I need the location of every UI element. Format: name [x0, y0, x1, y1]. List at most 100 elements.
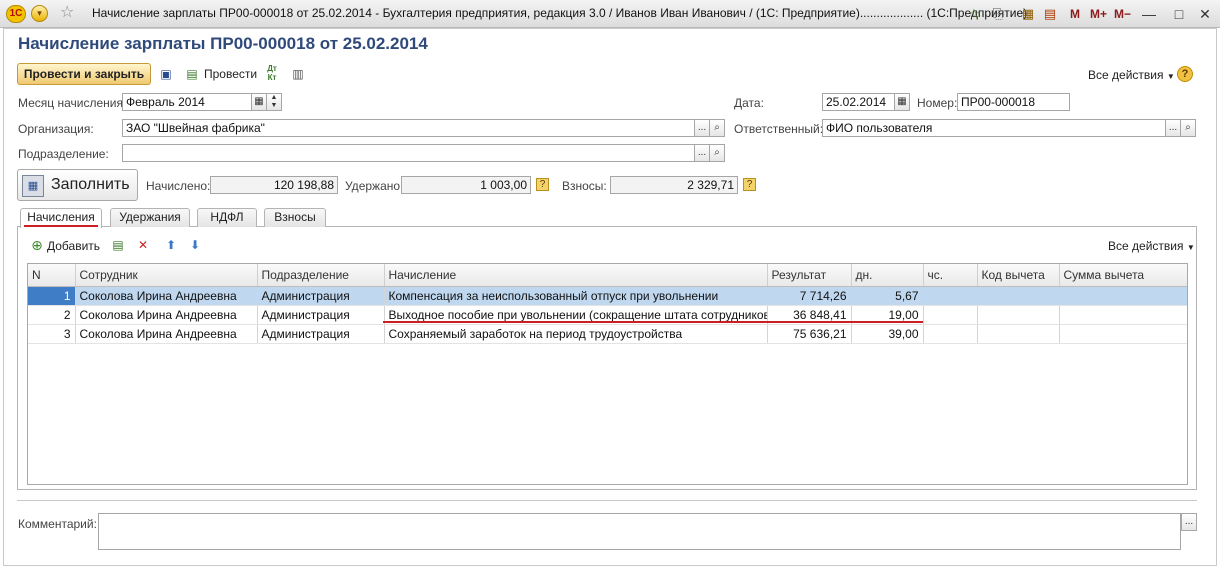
responsible-search-icon[interactable]: ⌕ [1180, 119, 1196, 137]
row-deduction-amount[interactable] [1059, 286, 1187, 306]
org-open-search-icon[interactable]: ⌕ [709, 119, 725, 137]
row-number[interactable]: 3 [28, 324, 76, 344]
app-logo-icon[interactable]: 1С [6, 5, 26, 23]
help-icon[interactable]: ? [1177, 66, 1193, 82]
move-up-icon[interactable]: ⬆ [163, 237, 179, 253]
row-deduction-code[interactable] [977, 286, 1060, 306]
tab-withholdings[interactable]: Удержания [110, 208, 190, 227]
row-deduction-amount[interactable] [1059, 305, 1187, 325]
accrued-total: 120 198,88 [210, 176, 338, 194]
row-result[interactable]: 7 714,26 [767, 286, 852, 306]
dept-select-button[interactable]: ... [694, 144, 710, 162]
row-deduction-code[interactable] [977, 305, 1060, 325]
column-header-department[interactable]: Подразделение [257, 264, 385, 287]
row-employee[interactable]: Соколова Ирина Андреевна [75, 286, 258, 306]
row-hours[interactable] [923, 324, 978, 344]
column-header-result[interactable]: Результат [767, 264, 852, 287]
save-icon[interactable]: ▣ [158, 66, 174, 82]
copy-row-icon[interactable]: ▤ [110, 237, 126, 253]
row-number[interactable]: 2 [28, 305, 76, 325]
accrued-label: Начислено: [146, 179, 211, 193]
accruals-table[interactable]: N Сотрудник Подразделение Начисление Рез… [27, 263, 1188, 485]
org-select-button[interactable]: ... [694, 119, 710, 137]
month-stepper[interactable]: ▲ ▼ [266, 93, 282, 111]
month-field[interactable]: Февраль 2014 [122, 93, 252, 111]
row-days[interactable]: 5,67 [851, 286, 924, 306]
month-label: Месяц начисления: [18, 96, 127, 110]
memory-mminus-button[interactable]: M− [1114, 7, 1131, 21]
column-header-employee[interactable]: Сотрудник [75, 264, 258, 287]
organization-field[interactable]: ЗАО "Швейная фабрика" [122, 119, 696, 137]
date-field[interactable]: 25.02.2014 [822, 93, 896, 111]
minimize-icon[interactable]: — [1140, 5, 1158, 23]
row-department[interactable]: Администрация [257, 286, 385, 306]
column-header-deduction-amount[interactable]: Сумма вычета [1059, 264, 1187, 287]
row-deduction-code[interactable] [977, 324, 1060, 344]
calendar-picker-icon[interactable]: ▦ [251, 93, 267, 111]
move-down-icon[interactable]: ⬇ [187, 237, 203, 253]
comment-expand-button[interactable]: ... [1181, 513, 1197, 531]
memory-mplus-button[interactable]: M+ [1090, 7, 1107, 21]
active-tab-underline [24, 225, 98, 227]
row-department[interactable]: Администрация [257, 305, 385, 325]
dept-search-icon[interactable]: ⌕ [709, 144, 725, 162]
row-employee[interactable]: Соколова Ирина Андреевна [75, 305, 258, 325]
main-menu-icon[interactable]: ▾ [31, 5, 48, 22]
link-icon[interactable]: ⎘ [990, 6, 1006, 22]
row-employee[interactable]: Соколова Ирина Андреевна [75, 324, 258, 344]
contributions-info-icon[interactable]: ? [743, 178, 756, 191]
row-result[interactable]: 75 636,21 [767, 324, 852, 344]
responsible-select-button[interactable]: ... [1165, 119, 1181, 137]
department-label: Подразделение: [18, 147, 109, 161]
memory-m-button[interactable]: M [1070, 7, 1080, 21]
row-department[interactable]: Администрация [257, 324, 385, 344]
all-actions-menu[interactable]: Все действия ▼ [1088, 68, 1175, 82]
row-hours[interactable] [923, 305, 978, 325]
divider [17, 500, 1197, 501]
column-header-n[interactable]: N [28, 264, 76, 287]
withheld-info-icon[interactable]: ? [536, 178, 549, 191]
table-row[interactable]: 1 Соколова Ирина Андреевна Администрация… [28, 286, 1187, 306]
favorite-star-icon[interactable]: ☆ [60, 4, 74, 22]
all-actions-label: Все действия [1088, 68, 1164, 82]
number-label: Номер: [917, 96, 958, 110]
table-row[interactable]: 3 Соколова Ирина Андреевна Администрация… [28, 324, 1187, 344]
comment-field[interactable] [98, 513, 1181, 550]
post-icon[interactable]: ▤ [184, 66, 200, 82]
fill-button-label: Заполнить [51, 176, 130, 193]
department-field[interactable] [122, 144, 696, 162]
column-header-hours[interactable]: чс. [923, 264, 978, 287]
grid-all-actions-menu[interactable]: Все действия ▼ [1108, 239, 1195, 253]
close-icon[interactable]: ✕ [1196, 5, 1214, 23]
post-button[interactable]: Провести [204, 67, 257, 81]
add-favorite-icon[interactable]: ☆ [966, 6, 982, 22]
contributions-label: Взносы: [562, 179, 607, 193]
tab-contributions[interactable]: Взносы [264, 208, 326, 227]
number-field[interactable]: ПР00-000018 [957, 93, 1070, 111]
window-titlebar: 1С ▾ ☆ Начисление зарплаты ПР00-000018 о… [0, 0, 1220, 28]
calculator-icon[interactable]: ▦ [1020, 6, 1036, 22]
column-header-days[interactable]: дн. [851, 264, 924, 287]
grid-all-actions-label: Все действия [1108, 239, 1184, 253]
maximize-icon[interactable]: □ [1170, 5, 1188, 23]
calendar-icon[interactable]: ▤ [1042, 6, 1058, 22]
row-deduction-amount[interactable] [1059, 324, 1187, 344]
report-icon[interactable]: ▥ [290, 66, 306, 82]
row-accrual[interactable]: Компенсация за неиспользованный отпуск п… [384, 286, 768, 306]
row-days[interactable]: 39,00 [851, 324, 924, 344]
post-and-close-button[interactable]: Провести и закрыть [17, 63, 151, 85]
dt-kt-icon[interactable]: Дт Кт [264, 64, 280, 82]
column-header-deduction-code[interactable]: Код вычета [977, 264, 1060, 287]
row-hours[interactable] [923, 286, 978, 306]
column-header-accrual[interactable]: Начисление [384, 264, 768, 287]
responsible-field[interactable]: ФИО пользователя [822, 119, 1167, 137]
organization-label: Организация: [18, 122, 94, 136]
add-button[interactable]: Добавить [47, 239, 100, 253]
tab-ndfl[interactable]: НДФЛ [197, 208, 257, 227]
delete-icon[interactable]: ✕ [135, 237, 151, 253]
date-picker-icon[interactable]: ▦ [894, 93, 910, 111]
fill-button[interactable]: ▦ Заполнить [17, 169, 138, 201]
add-icon[interactable]: ⊕ [29, 237, 45, 253]
row-number[interactable]: 1 [28, 286, 76, 306]
row-accrual[interactable]: Сохраняемый заработок на период трудоуст… [384, 324, 768, 344]
